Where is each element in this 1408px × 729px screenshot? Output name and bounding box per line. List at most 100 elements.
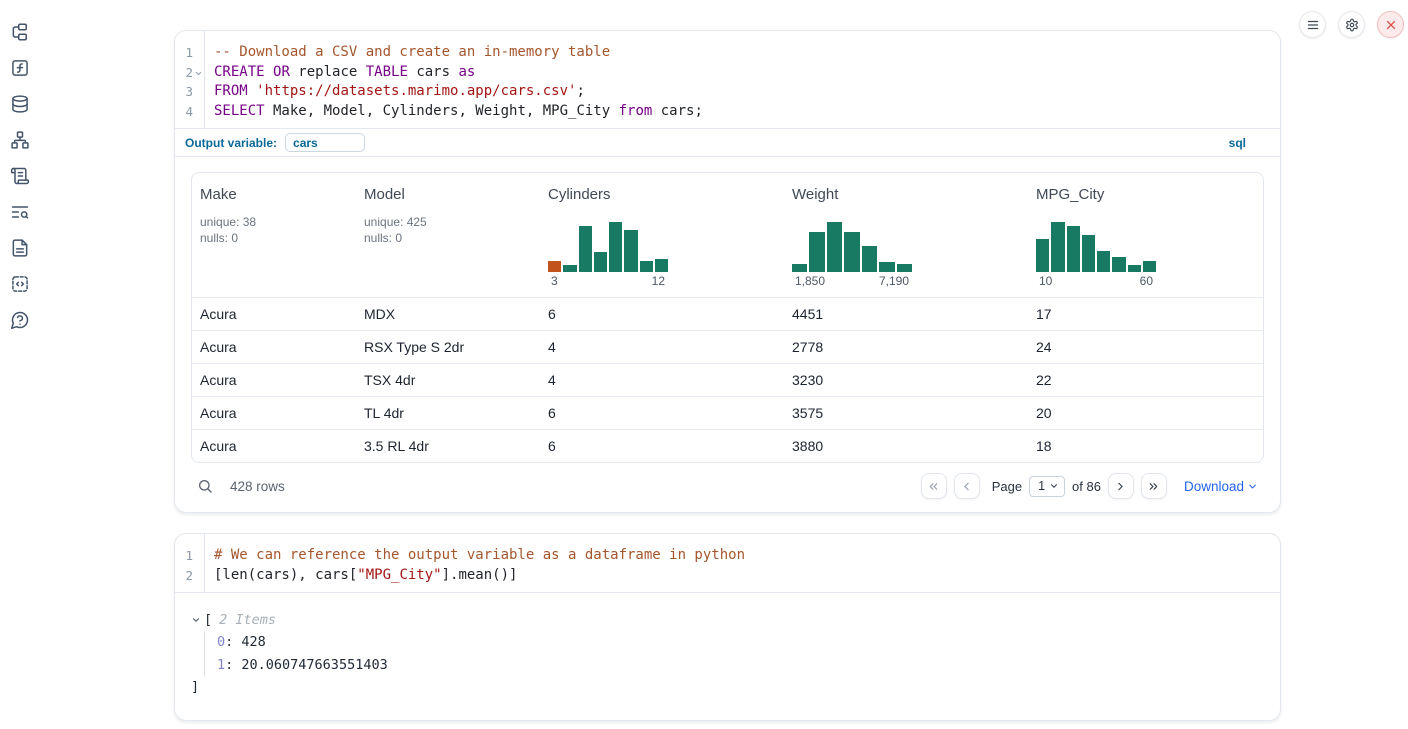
table-row[interactable]: AcuraTSX 4dr4323022: [192, 363, 1263, 396]
open-bracket: [: [204, 612, 212, 628]
axis-max-label: 60: [1140, 274, 1153, 288]
table-row[interactable]: AcuraTL 4dr6357520: [192, 396, 1263, 429]
table-cell: 3880: [784, 438, 1028, 454]
histogram-bar: [579, 226, 592, 272]
page-total-label: of 86: [1072, 479, 1101, 494]
column-header[interactable]: Weight 1,8507,190: [784, 173, 1028, 297]
sidebar-item-file-explorer[interactable]: [10, 22, 30, 42]
code-line[interactable]: 4SELECT Make, Model, Cylinders, Weight, …: [175, 102, 1280, 122]
last-page-button[interactable]: [1141, 473, 1167, 499]
sidebar: [0, 0, 40, 729]
code-line[interactable]: 1-- Download a CSV and create an in-memo…: [175, 43, 1280, 63]
histogram-bar: [879, 262, 894, 272]
code-line[interactable]: 2[len(cars), cars["MPG_City"].mean()]: [175, 566, 1280, 586]
table-cell: Acura: [192, 438, 356, 454]
sidebar-item-data-sources[interactable]: [10, 94, 30, 114]
line-number: 3: [177, 82, 193, 102]
table-cell: MDX: [356, 306, 540, 322]
table-cell: 20: [1028, 405, 1263, 421]
settings-button[interactable]: [1338, 11, 1365, 38]
histogram-bar: [563, 265, 576, 272]
column-header[interactable]: Cylinders312: [540, 173, 784, 297]
sidebar-item-help[interactable]: [10, 310, 30, 330]
table-row[interactable]: AcuraRSX Type S 2dr4277824: [192, 330, 1263, 363]
page-label: Page: [992, 479, 1022, 494]
close-bracket: ]: [191, 677, 1264, 698]
python-cell: 1# We can reference the output variable …: [174, 533, 1281, 721]
help-bubble-icon: [10, 310, 30, 330]
database-icon: [10, 94, 30, 114]
histogram-bar: [609, 222, 622, 272]
search-button[interactable]: [197, 478, 213, 494]
table-cell: 6: [540, 405, 784, 421]
histogram-bar: [1143, 261, 1156, 272]
code-line[interactable]: 1# We can reference the output variable …: [175, 546, 1280, 566]
table-cell: 4451: [784, 306, 1028, 322]
python-code-editor[interactable]: 1# We can reference the output variable …: [175, 534, 1280, 592]
table-cell: 22: [1028, 372, 1263, 388]
file-tree-icon: [10, 22, 30, 42]
table-cell: 3230: [784, 372, 1028, 388]
sidebar-item-documentation[interactable]: [10, 238, 30, 258]
search-icon: [197, 478, 213, 494]
previous-page-button[interactable]: [954, 473, 980, 499]
table-cell: 18: [1028, 438, 1263, 454]
table-cell: 4: [540, 339, 784, 355]
column-histogram: 312: [548, 220, 668, 288]
code-line[interactable]: 2CREATE OR replace TABLE cars as: [175, 63, 1280, 83]
table-row[interactable]: AcuraMDX6445117: [192, 297, 1263, 330]
column-label: Weight: [792, 186, 1020, 203]
output-variable-label: Output variable:: [185, 136, 277, 150]
notebook-menu-button[interactable]: [1299, 11, 1326, 38]
column-histogram: 1,8507,190: [792, 220, 912, 288]
table-cell: 2778: [784, 339, 1028, 355]
table-cell: 24: [1028, 339, 1263, 355]
table-body: AcuraMDX6445117AcuraRSX Type S 2dr427782…: [192, 297, 1263, 462]
download-button[interactable]: Download: [1184, 479, 1258, 494]
code-line[interactable]: 3FROM 'https://datasets.marimo.app/cars.…: [175, 82, 1280, 102]
table-cell: TL 4dr: [356, 405, 540, 421]
close-icon: [1384, 18, 1398, 32]
chevron-down-icon: [1247, 481, 1258, 492]
column-label: Make: [200, 186, 348, 203]
fold-chevron-icon[interactable]: [193, 69, 204, 78]
sidebar-item-scratchpad[interactable]: [10, 166, 30, 186]
column-label: MPG_City: [1036, 186, 1255, 203]
column-header[interactable]: Makeunique: 38nulls: 0: [192, 173, 356, 297]
network-icon: [10, 130, 30, 150]
sql-cell: 1-- Download a CSV and create an in-memo…: [174, 30, 1281, 513]
axis-min-label: 3: [551, 274, 558, 288]
file-text-icon: [10, 238, 30, 258]
page-select-value: 1: [1038, 479, 1045, 493]
chevrons-left-icon: [927, 480, 940, 493]
shutdown-button[interactable]: [1377, 11, 1404, 38]
table-cell: TSX 4dr: [356, 372, 540, 388]
sidebar-item-logs[interactable]: [10, 202, 30, 222]
column-stat: nulls: 0: [364, 230, 532, 246]
histogram-bar: [1036, 239, 1049, 272]
sql-code-editor[interactable]: 1-- Download a CSV and create an in-memo…: [175, 31, 1280, 128]
histogram-bar: [1112, 257, 1125, 272]
table-row[interactable]: Acura3.5 RL 4dr6388018: [192, 429, 1263, 462]
function-square-icon: [10, 58, 30, 78]
line-number: 1: [177, 43, 193, 63]
next-page-button[interactable]: [1108, 473, 1134, 499]
table-cell: 4: [540, 372, 784, 388]
line-number: 2: [177, 566, 193, 586]
tree-entries: 0: 4281: 20.060747663551403: [204, 631, 1264, 677]
table-cell: 6: [540, 438, 784, 454]
page-select[interactable]: 1: [1029, 476, 1065, 497]
table-cell: 17: [1028, 306, 1263, 322]
sidebar-item-variables[interactable]: [10, 58, 30, 78]
sidebar-item-dependency-graph[interactable]: [10, 130, 30, 150]
column-header[interactable]: MPG_City1060: [1028, 173, 1263, 297]
notebook: 1-- Download a CSV and create an in-memo…: [174, 30, 1281, 721]
column-stat: unique: 38: [200, 214, 348, 230]
table-cell: Acura: [192, 405, 356, 421]
output-variable-input[interactable]: [285, 133, 365, 152]
collapse-chevron-icon[interactable]: [191, 615, 201, 625]
histogram-bar: [1128, 265, 1141, 272]
first-page-button[interactable]: [921, 473, 947, 499]
column-header[interactable]: Modelunique: 425nulls: 0: [356, 173, 540, 297]
sidebar-item-snippets[interactable]: [10, 274, 30, 294]
